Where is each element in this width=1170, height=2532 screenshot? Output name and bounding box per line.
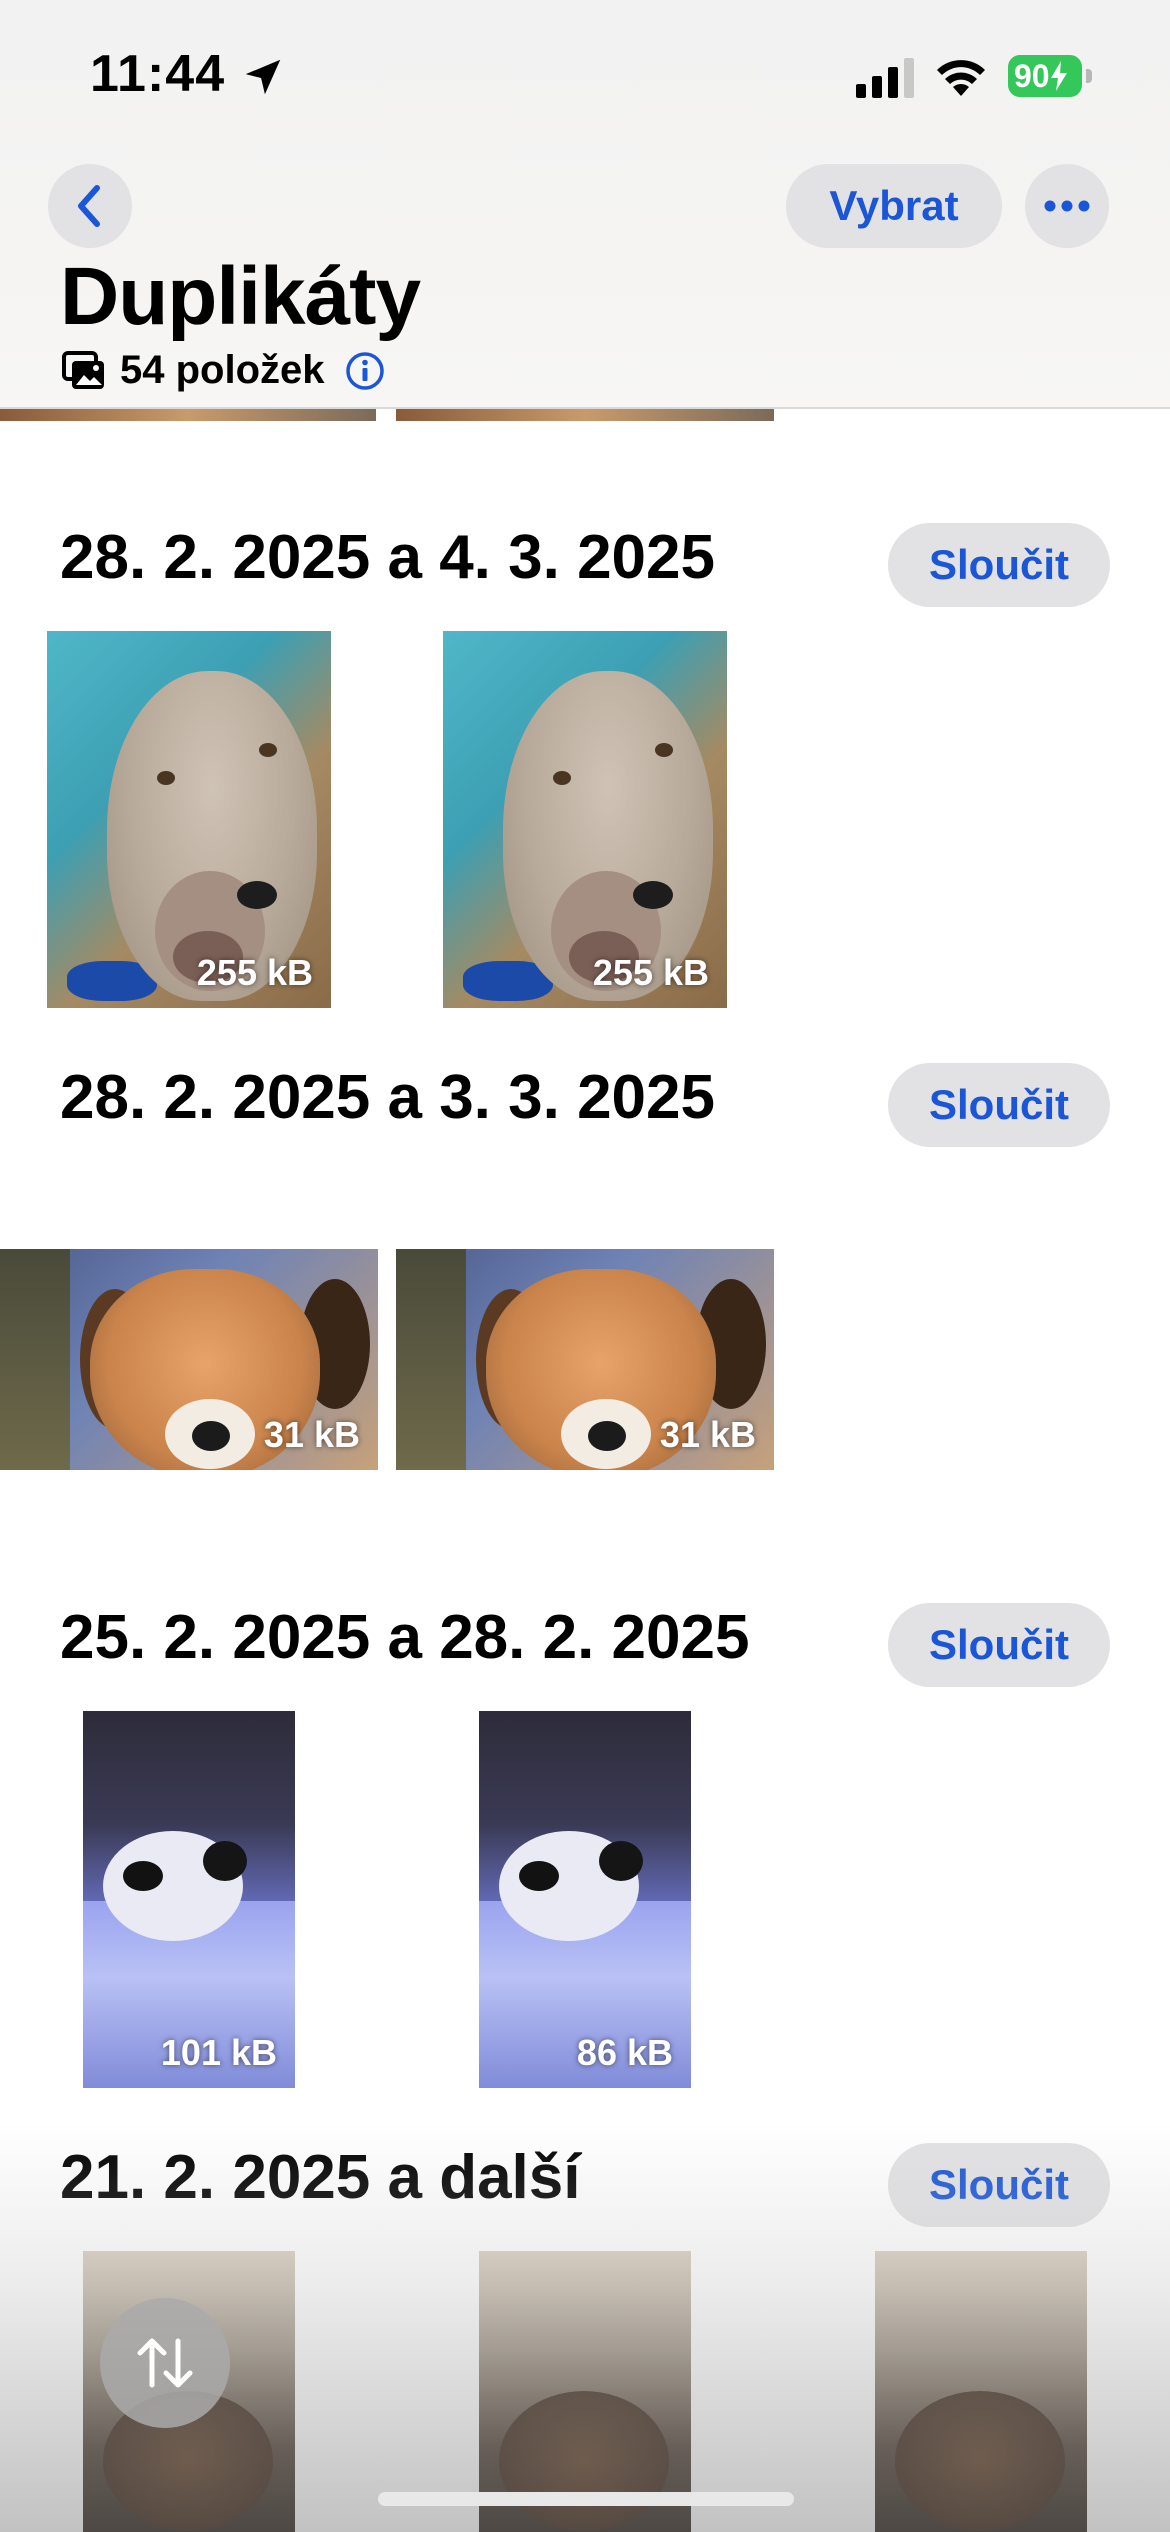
battery-percent: 90: [1014, 57, 1050, 94]
file-size-label: 255 kB: [592, 952, 709, 993]
duplicate-thumbnail[interactable]: [875, 2251, 1087, 2532]
dog-body: [499, 2391, 669, 2531]
duplicate-thumbnail[interactable]: [479, 2251, 691, 2532]
group-date-title: 21. 2. 2025 a další: [60, 2143, 581, 2212]
merge-button[interactable]: Sloučit: [888, 523, 1110, 607]
file-size-label: 101 kB: [160, 2032, 277, 2073]
previous-thumbnail-edge: [396, 407, 774, 421]
battery-level: 90: [1008, 55, 1082, 97]
item-count: 54 položek: [120, 348, 325, 392]
duplicate-thumbnail[interactable]: 86 kB: [479, 1711, 691, 2088]
navigation-header: 11:44 90 Vybrat Duplikáty 54 položek: [0, 0, 1170, 409]
charging-bolt-icon: [1050, 61, 1067, 91]
dog-nose: [588, 1421, 626, 1451]
dog-spot: [123, 1861, 163, 1891]
dog-spot: [599, 1841, 643, 1881]
group-date-title: 28. 2. 2025 a 4. 3. 2025: [60, 523, 715, 592]
battery-indicator: 90: [1008, 55, 1094, 99]
merge-button[interactable]: Sloučit: [888, 2143, 1110, 2227]
chevron-left-icon: [78, 185, 100, 227]
photo-stack-icon: [62, 350, 104, 389]
file-size-label: 255 kB: [196, 952, 313, 993]
dog-eye: [553, 771, 571, 785]
background-object: [0, 1249, 70, 1470]
dog-collar: [633, 881, 673, 909]
dog-eye: [157, 771, 175, 785]
location-arrow-icon: [245, 59, 281, 95]
info-icon[interactable]: [345, 351, 385, 391]
select-button[interactable]: Vybrat: [786, 164, 1002, 248]
dog-nose: [192, 1421, 230, 1451]
dog-spot: [519, 1861, 559, 1891]
background-object: [396, 1249, 466, 1470]
cellular-signal-icon: [856, 58, 914, 98]
group-date-title: 25. 2. 2025 a 28. 2. 2025: [60, 1603, 750, 1672]
ellipsis-icon: [1044, 200, 1090, 212]
battery-cap: [1086, 69, 1092, 83]
dog-collar: [237, 881, 277, 909]
merge-button[interactable]: Sloučit: [888, 1603, 1110, 1687]
dog-body: [895, 2391, 1065, 2531]
dog-eye: [655, 743, 673, 757]
duplicate-thumbnail[interactable]: 255 kB: [443, 631, 727, 1008]
duplicate-thumbnail[interactable]: 101 kB: [83, 1711, 295, 2088]
merge-button[interactable]: Sloučit: [888, 1063, 1110, 1147]
dog-spot: [203, 1841, 247, 1881]
sort-arrows-icon: [137, 2338, 193, 2388]
file-size-label: 31 kB: [263, 1414, 360, 1455]
back-button[interactable]: [48, 164, 132, 248]
sort-button[interactable]: [100, 2298, 230, 2428]
wifi-icon: [937, 60, 985, 96]
page-title: Duplikáty: [60, 251, 421, 342]
duplicate-thumbnail[interactable]: 31 kB: [0, 1249, 378, 1470]
duplicate-thumbnail[interactable]: 255 kB: [47, 631, 331, 1008]
home-indicator[interactable]: [378, 2492, 794, 2506]
duplicate-thumbnail[interactable]: 31 kB: [396, 1249, 774, 1470]
item-count-row: 54 položek: [62, 348, 385, 393]
status-time: 11:44: [90, 45, 226, 103]
file-size-label: 31 kB: [659, 1414, 756, 1455]
group-date-title: 28. 2. 2025 a 3. 3. 2025: [60, 1063, 715, 1132]
dog-eye: [259, 743, 277, 757]
more-button[interactable]: [1025, 164, 1109, 248]
file-size-label: 86 kB: [576, 2032, 673, 2073]
previous-thumbnail-edge: [0, 407, 376, 421]
